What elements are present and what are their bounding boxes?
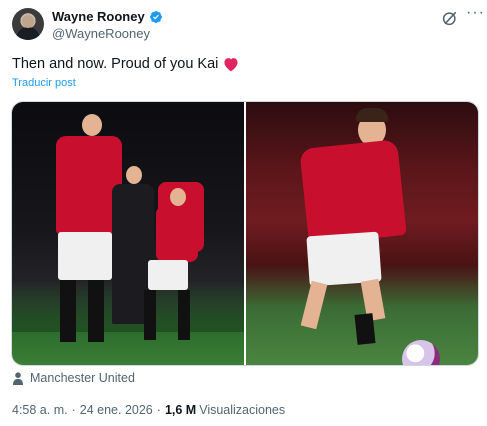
child-head	[170, 188, 186, 206]
handle[interactable]: @WayneRooney	[52, 26, 150, 41]
child-leg-left	[144, 290, 156, 340]
player-shirt	[299, 139, 407, 245]
player-leg-left	[300, 280, 328, 330]
adult-shorts	[58, 232, 112, 280]
grok-icon[interactable]	[441, 9, 459, 27]
tweet-date[interactable]: 24 ene. 2026	[80, 403, 153, 417]
adult-head	[82, 114, 102, 136]
player-hair	[356, 108, 388, 122]
media-grid	[11, 101, 479, 366]
tweet-time[interactable]: 4:58 a. m.	[12, 403, 68, 417]
translate-link[interactable]: Traducir post	[12, 77, 76, 89]
views-count[interactable]: 1,6 M	[165, 403, 196, 417]
meta-separator-2: ·	[156, 403, 161, 417]
more-icon[interactable]: ···	[466, 5, 484, 26]
views-label: Visualizaciones	[199, 403, 286, 417]
tweet-text-content: Then and now. Proud of you Kai	[12, 56, 219, 72]
child-shirt	[156, 206, 198, 262]
football	[402, 340, 440, 365]
photo-now[interactable]	[246, 102, 478, 365]
tweet-meta: 4:58 a. m. · 24 ene. 2026 · 1,6 M Visual…	[12, 403, 285, 417]
avatar[interactable]	[12, 8, 44, 40]
player-sock	[354, 313, 376, 345]
display-name[interactable]: Wayne Rooney	[52, 9, 145, 24]
suit-man-head	[126, 166, 142, 184]
tweet-text: Then and now. Proud of you Kai	[12, 56, 240, 72]
meta-separator: ·	[71, 403, 76, 417]
adult-leg-left	[60, 280, 76, 342]
avatar-body	[16, 27, 40, 40]
name-row: Wayne Rooney	[52, 9, 163, 24]
location-label: Manchester United	[30, 371, 135, 385]
person-location-icon	[13, 371, 23, 385]
red-heart-icon	[224, 58, 238, 72]
child-shorts	[148, 260, 188, 290]
location[interactable]: Manchester United	[12, 371, 135, 385]
avatar-head	[22, 15, 34, 28]
child-leg-right	[178, 290, 190, 340]
tweet-card: Wayne Rooney @WayneRooney ··· Then and n…	[0, 0, 487, 426]
photo-then[interactable]	[12, 102, 244, 365]
player-shorts	[306, 231, 382, 287]
adult-leg-right	[88, 280, 104, 342]
verified-badge-icon[interactable]	[149, 10, 163, 24]
